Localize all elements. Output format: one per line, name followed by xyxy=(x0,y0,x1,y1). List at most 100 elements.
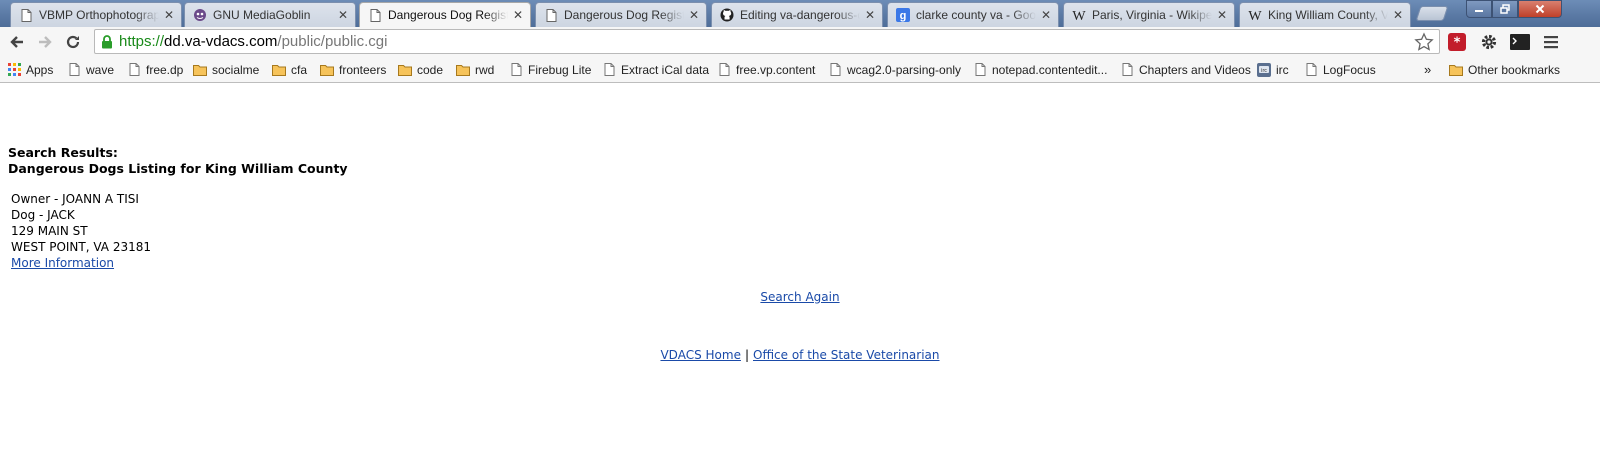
apps-grid-icon xyxy=(7,63,21,77)
tab-dangerous-dog[interactable]: Dangerous Dog Registry ✕ xyxy=(535,2,707,27)
bookmark-folder-cfa[interactable]: cfa xyxy=(272,61,307,78)
bookmarks-overflow-chevron[interactable]: » xyxy=(1424,61,1431,78)
bookmark-label: free.vp.content xyxy=(736,62,816,77)
terminal-icon[interactable] xyxy=(1509,31,1531,53)
close-icon[interactable]: ✕ xyxy=(1392,9,1404,21)
bookmark-apps[interactable]: Apps xyxy=(7,61,53,78)
url-path: /public/public.cgi xyxy=(277,33,388,50)
page-icon xyxy=(1120,63,1134,77)
maximize-button[interactable] xyxy=(1492,0,1518,18)
bookmark-other-bookmarks[interactable]: Other bookmarks xyxy=(1449,61,1560,78)
bookmark-extract-ical[interactable]: Extract iCal data xyxy=(602,61,709,78)
close-icon[interactable]: ✕ xyxy=(1040,9,1052,21)
bookmark-logfocus[interactable]: LogFocus xyxy=(1304,61,1376,78)
tab-mediagoblin[interactable]: GNU MediaGoblin ✕ xyxy=(184,2,356,27)
tab-dangerous-dog-active[interactable]: Dangerous Dog Registry ✕ xyxy=(359,2,531,27)
bookmark-label: Extract iCal data xyxy=(621,62,710,77)
close-icon[interactable]: ✕ xyxy=(864,9,876,21)
bookmark-label: Chapters and Videos xyxy=(1139,62,1251,77)
gear-icon[interactable] xyxy=(1478,31,1500,53)
new-tab-button[interactable] xyxy=(1415,6,1449,21)
close-window-button[interactable] xyxy=(1518,0,1562,18)
owner-name: Owner - JOANN A TISI xyxy=(11,192,139,206)
search-again-link[interactable]: Search Again xyxy=(760,290,839,304)
bookmark-label: fronteers xyxy=(339,62,387,77)
svg-text:irc: irc xyxy=(1261,67,1267,73)
tab-google-search[interactable]: g clarke county va - Goog ✕ xyxy=(887,2,1059,27)
footer-separator: | xyxy=(744,348,749,362)
street-address: 129 MAIN ST xyxy=(11,224,88,238)
chevron-right-icon: » xyxy=(1424,62,1432,77)
tab-title: Dangerous Dog Registry xyxy=(564,8,684,22)
reload-button[interactable] xyxy=(62,31,84,53)
bookmark-wcag-parsing[interactable]: wcag2.0-parsing-only xyxy=(828,61,961,78)
reload-icon xyxy=(66,35,80,49)
footer-links: VDACS Home | Office of the State Veterinar… xyxy=(0,348,1600,362)
tab-title: King William County, Vi xyxy=(1268,8,1388,22)
state-veterinarian-link[interactable]: Office of the State Veterinarian xyxy=(753,348,940,362)
page-icon xyxy=(717,63,731,77)
minimize-icon xyxy=(1475,10,1483,12)
tab-vbmp[interactable]: VBMP Orthophotograph ✕ xyxy=(10,2,182,27)
bookmark-free-dp[interactable]: free.dp xyxy=(127,61,183,78)
bookmark-label: free.dp xyxy=(146,62,184,77)
page-icon xyxy=(602,63,616,77)
address-bar[interactable]: https://dd.va-vdacs.com/public/public.cg… xyxy=(94,29,1440,54)
search-results-heading: Search Results: Dangerous Dogs Listing f… xyxy=(8,145,348,177)
svg-text:*: * xyxy=(1454,36,1461,51)
bookmark-label: wcag2.0-parsing-only xyxy=(847,62,962,77)
bookmark-free-vp-content[interactable]: free.vp.content xyxy=(717,61,815,78)
bookmark-label: socialme xyxy=(212,62,260,77)
bookmark-wave[interactable]: wave xyxy=(67,61,114,78)
bookmark-folder-code[interactable]: code xyxy=(398,61,443,78)
tab-title: Editing va-dangerous-d xyxy=(740,8,860,22)
tab-github-editing[interactable]: Editing va-dangerous-d ✕ xyxy=(711,2,883,27)
vdacs-home-link[interactable]: VDACS Home xyxy=(660,348,740,362)
bookmark-label: notepad.contentedit... xyxy=(992,62,1108,77)
folder-icon xyxy=(456,63,470,77)
close-icon[interactable]: ✕ xyxy=(1216,9,1228,21)
bookmark-label: code xyxy=(417,62,444,77)
bookmark-folder-fronteers[interactable]: fronteers xyxy=(320,61,386,78)
svg-text:W: W xyxy=(1072,9,1086,22)
minimize-button[interactable] xyxy=(1466,0,1492,18)
wikipedia-icon: W xyxy=(1248,8,1262,22)
lastpass-extension-icon[interactable]: * xyxy=(1446,31,1468,53)
tab-title: Paris, Virginia - Wikiped xyxy=(1092,8,1212,22)
more-information-link[interactable]: More Information xyxy=(11,256,114,270)
bookmarks-bar: Apps wave free.dp socialme cfa fronteers… xyxy=(0,56,1600,83)
bookmark-label: Firebug Lite xyxy=(528,62,592,77)
bookmark-firebug-lite[interactable]: Firebug Lite xyxy=(509,61,591,78)
tab-strip: VBMP Orthophotograph ✕ GNU MediaGoblin ✕… xyxy=(0,0,1600,27)
tab-wikipedia-king-william[interactable]: W King William County, Vi ✕ xyxy=(1239,2,1411,27)
forward-button[interactable] xyxy=(34,31,56,53)
menu-icon[interactable] xyxy=(1541,31,1563,53)
tab-title: Dangerous Dog Registry xyxy=(388,8,508,22)
close-icon[interactable]: ✕ xyxy=(337,9,349,21)
bookmark-notepad[interactable]: notepad.contentedit... xyxy=(973,61,1107,78)
page-icon xyxy=(544,8,558,22)
tab-title: VBMP Orthophotograph xyxy=(39,8,159,22)
bookmark-chapters-videos[interactable]: Chapters and Videos xyxy=(1120,61,1251,78)
tab-wikipedia-paris[interactable]: W Paris, Virginia - Wikiped ✕ xyxy=(1063,2,1235,27)
github-icon xyxy=(720,8,734,22)
back-button[interactable] xyxy=(6,31,28,53)
folder-icon xyxy=(272,63,286,77)
bookmark-folder-socialme[interactable]: socialme xyxy=(193,61,259,78)
bookmark-irc[interactable]: irc irc xyxy=(1257,61,1289,78)
page-icon xyxy=(127,63,141,77)
bookmark-label: Apps xyxy=(26,62,54,77)
bookmark-star-icon[interactable] xyxy=(1414,32,1434,56)
bookmark-label: wave xyxy=(86,62,115,77)
url-host: dd.va-vdacs.com xyxy=(164,33,278,50)
close-icon[interactable]: ✕ xyxy=(688,9,700,21)
svg-text:W: W xyxy=(1248,9,1262,22)
page-icon xyxy=(973,63,987,77)
lock-icon[interactable] xyxy=(101,34,113,49)
close-icon[interactable]: ✕ xyxy=(163,9,175,21)
bookmark-folder-rwd[interactable]: rwd xyxy=(456,61,494,78)
search-again-row: Search Again xyxy=(0,290,1600,304)
forward-arrow-icon xyxy=(39,36,52,48)
close-icon[interactable]: ✕ xyxy=(512,9,524,21)
close-icon xyxy=(1535,4,1545,14)
